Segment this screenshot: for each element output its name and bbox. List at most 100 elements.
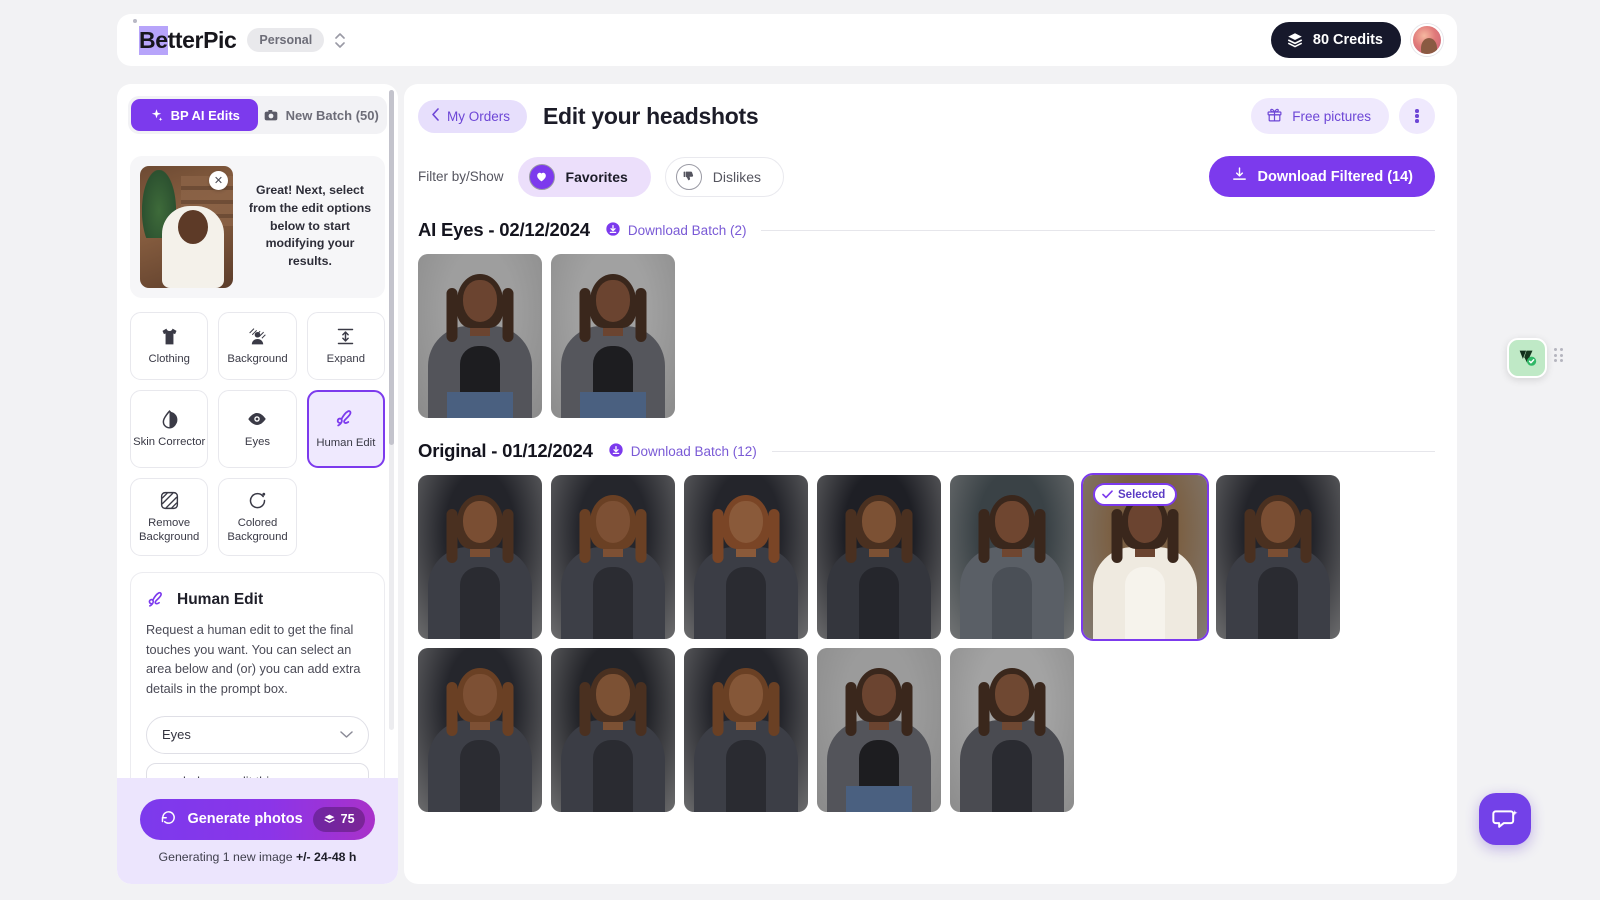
back-to-my-orders-button[interactable]: My Orders — [418, 99, 528, 133]
free-pictures-button[interactable]: Free pictures — [1251, 98, 1389, 134]
photo-grid-original: Selected — [418, 473, 1435, 812]
photo-hair-strand — [1167, 509, 1179, 563]
photo-hair-strand — [579, 509, 591, 563]
tab-new-batch-label: New Batch (50) — [285, 107, 379, 123]
option-skin-corrector[interactable]: Skin Corrector — [130, 390, 209, 468]
close-icon[interactable]: ✕ — [209, 171, 228, 190]
photo-hair-strand — [768, 682, 780, 736]
photo-inner-garment — [593, 567, 633, 639]
more-menu-button[interactable] — [1399, 98, 1435, 134]
photo-jeans — [447, 392, 513, 418]
heart-icon — [528, 163, 555, 190]
download-filtered-button[interactable]: Download Filtered (14) — [1208, 156, 1435, 197]
headshot-dark-bg-1[interactable] — [418, 475, 542, 639]
photo-image — [1216, 475, 1340, 639]
logo-rest: tterPic — [167, 26, 237, 53]
photo-face — [596, 280, 630, 322]
headshot-dark-bg-7[interactable] — [1216, 475, 1340, 639]
photo-inner-garment — [1125, 567, 1165, 639]
kebab-menu-icon — [1415, 108, 1419, 125]
section-divider — [761, 229, 1435, 231]
headshot-gray-bg-2[interactable] — [551, 254, 675, 418]
portrait-background-icon — [247, 326, 268, 347]
photo-face — [729, 501, 763, 543]
photo-grid-ai-eyes — [418, 254, 1435, 418]
sidebar-scroll-area: ✕ Great! Next, select from the edit opti… — [117, 146, 398, 832]
area-select[interactable]: Eyes — [146, 715, 369, 754]
option-colored-background[interactable]: Colored Background — [218, 478, 297, 556]
app-logo[interactable]: BetterPic — [133, 18, 237, 55]
filter-chip-favorites[interactable]: Favorites — [517, 156, 651, 197]
credits-button[interactable]: 80 Credits — [1270, 22, 1401, 58]
filter-chip-dislikes[interactable]: Dislikes — [664, 156, 785, 197]
workspace-switch-icon[interactable] — [335, 32, 346, 48]
human-edit-title: Human Edit — [177, 591, 264, 608]
photo-hair-strand — [446, 288, 458, 342]
headshot-dark-bg-9[interactable] — [551, 648, 675, 812]
photo-face — [862, 674, 896, 716]
headshot-teal-bg-5[interactable] — [950, 475, 1074, 639]
photo-face — [463, 674, 497, 716]
tab-bp-ai-edits[interactable]: BP AI Edits — [131, 99, 258, 131]
download-circle-icon — [608, 442, 624, 461]
notice-text: Great! Next, select from the edit option… — [248, 183, 372, 269]
workspace-badge[interactable]: Personal — [247, 28, 325, 52]
download-batch-label: Download Batch (2) — [627, 222, 747, 238]
download-circle-icon — [605, 221, 621, 240]
top-bar: BetterPic Personal 80 Credits — [117, 14, 1457, 66]
download-batch-link[interactable]: Download Batch (2) — [605, 221, 747, 240]
top-bar-right: 80 Credits — [1270, 22, 1443, 58]
brand: BetterPic Personal — [133, 18, 346, 55]
download-batch-link[interactable]: Download Batch (12) — [608, 442, 757, 461]
headshot-dark-bg-3[interactable] — [684, 475, 808, 639]
section-header: AI Eyes - 02/12/2024 Download Batch (2) — [418, 219, 1435, 241]
headshot-gray-bg-12[interactable] — [950, 648, 1074, 812]
photo-image — [950, 475, 1074, 639]
photo-hair-strand — [502, 288, 514, 342]
crossed-frame-icon — [159, 490, 180, 511]
page-title: Edit your headshots — [543, 102, 759, 129]
option-clothing[interactable]: Clothing — [130, 312, 209, 380]
photo-hair-strand — [768, 509, 780, 563]
option-expand[interactable]: Expand — [306, 312, 385, 380]
headshot-dark-bg-2[interactable] — [551, 475, 675, 639]
headshot-office-bg-6[interactable]: Selected — [1081, 473, 1209, 641]
option-human-edit[interactable]: Human Edit — [306, 390, 385, 468]
chat-support-button[interactable] — [1479, 793, 1531, 845]
photo-face — [995, 501, 1029, 543]
option-background[interactable]: Background — [218, 312, 297, 380]
main-header: My Orders Edit your headshots Free pictu… — [404, 84, 1457, 148]
photo-hair-strand — [901, 509, 913, 563]
credits-label: 80 Credits — [1312, 32, 1383, 48]
grammarly-icon[interactable] — [1507, 338, 1547, 378]
photo-inner-garment — [1258, 567, 1298, 639]
photo-hair-strand — [635, 509, 647, 563]
logo-highlight: Be — [139, 25, 168, 55]
chevron-down-icon — [340, 727, 353, 742]
headshot-dark-bg-10[interactable] — [684, 648, 808, 812]
option-remove-background[interactable]: Remove Background — [130, 478, 209, 556]
photo-image — [551, 648, 675, 812]
generate-photos-button[interactable]: Generate photos 75 — [140, 798, 375, 840]
headshot-dark-bg-4[interactable] — [817, 475, 941, 639]
photo-jeans — [580, 392, 646, 418]
photo-image — [551, 475, 675, 639]
filter-chip-favorites-label: Favorites — [565, 168, 628, 185]
expand-vertical-icon — [335, 326, 356, 347]
headshot-gray-bg-11[interactable] — [817, 648, 941, 812]
drag-dots-icon[interactable] — [1554, 348, 1563, 362]
section-title: Original - 01/12/2024 — [418, 440, 593, 461]
headshot-gray-bg-1[interactable] — [418, 254, 542, 418]
photo-hair-strand — [1111, 509, 1123, 563]
refresh-icon — [160, 809, 177, 830]
tab-new-batch[interactable]: New Batch (50) — [258, 99, 385, 131]
tab-bp-ai-edits-label: BP AI Edits — [170, 107, 240, 123]
photo-hair-strand — [502, 509, 514, 563]
headshot-dark-bg-8[interactable] — [418, 648, 542, 812]
sidebar-tabs: BP AI Edits New Batch (50) — [128, 96, 387, 134]
area-select-value: Eyes — [162, 727, 191, 743]
option-eyes[interactable]: Eyes — [218, 390, 297, 468]
sidebar-scrollbar-thumb[interactable] — [389, 90, 394, 445]
avatar[interactable] — [1411, 24, 1443, 56]
photo-hair-strand — [978, 682, 990, 736]
